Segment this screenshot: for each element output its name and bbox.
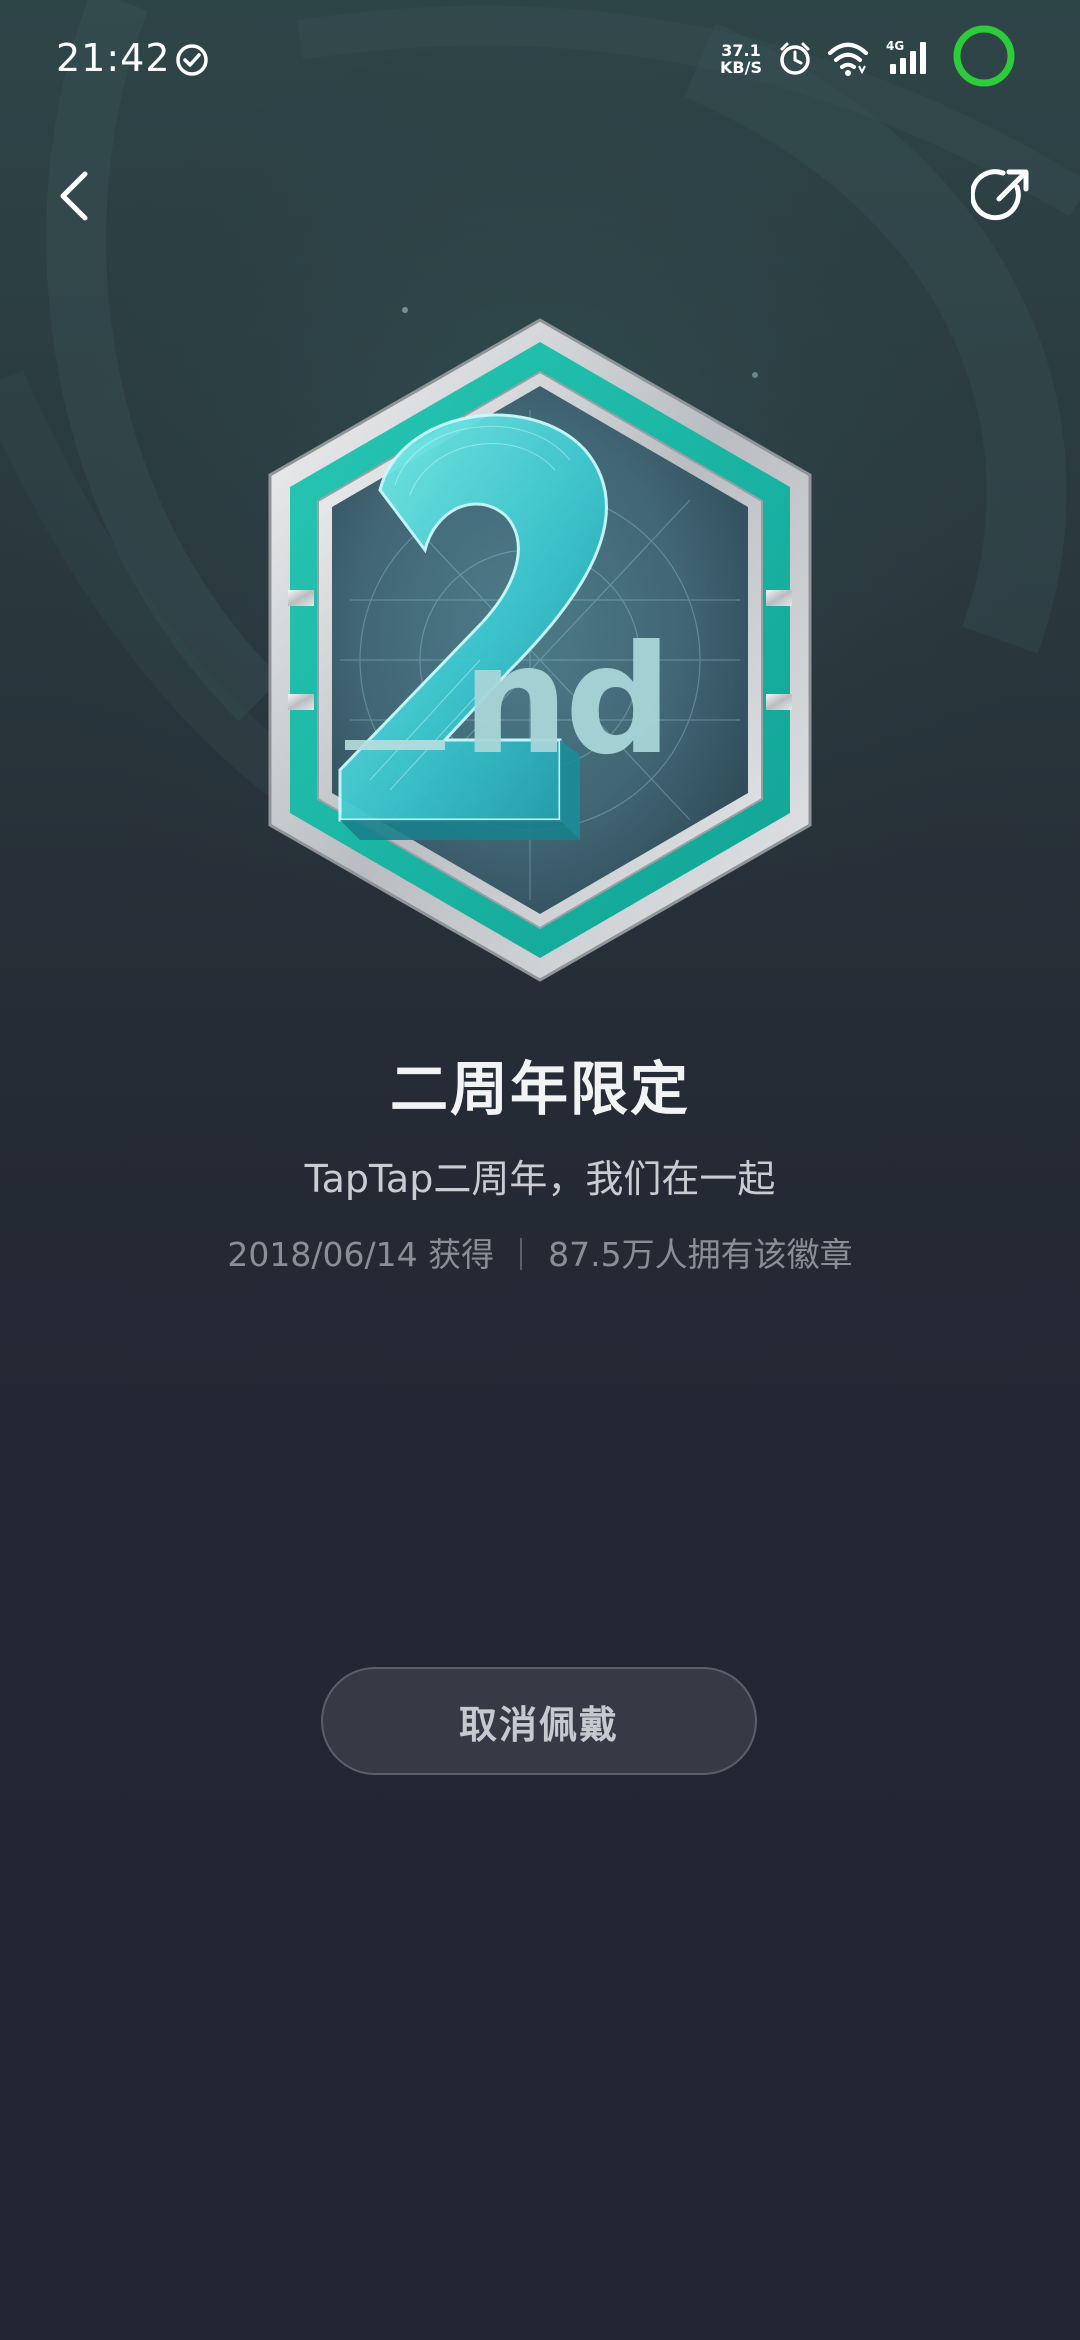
net-speed-unit: KB/S xyxy=(720,58,762,77)
status-time: 21:42 xyxy=(56,36,171,80)
alarm-icon xyxy=(780,42,810,75)
back-button[interactable] xyxy=(44,160,104,232)
net-speed-value: 37.1 xyxy=(721,41,761,60)
meta-divider xyxy=(520,1237,523,1270)
check-circle-icon xyxy=(176,44,208,76)
obtained-date: 2018/06/14 获得 xyxy=(227,1235,495,1274)
badge-title: 二周年限定 xyxy=(389,1055,690,1123)
wifi-icon xyxy=(828,42,868,76)
owners-count: 87.5万人拥有该徽章 xyxy=(548,1235,853,1274)
signal-icon: 4G xyxy=(886,39,926,74)
svg-text:nd: nd xyxy=(462,614,668,788)
unwear-badge-button[interactable]: 取消佩戴 xyxy=(321,1667,757,1775)
net-speed: 37.1 KB/S xyxy=(720,42,762,76)
share-icon xyxy=(971,169,1029,221)
badge-meta: 2018/06/14 获得 87.5万人拥有该徽章 xyxy=(0,1228,1080,1276)
share-button[interactable] xyxy=(966,160,1038,232)
battery-ring-icon xyxy=(953,25,1015,87)
network-type: 4G xyxy=(886,39,904,53)
badge-image: nd xyxy=(268,307,812,982)
chevron-left-icon xyxy=(60,171,88,221)
badge-subtitle: TapTap二周年，我们在一起 xyxy=(304,1157,776,1201)
status-bar: 21:42 37.1 KB/S 4G xyxy=(0,0,1080,120)
